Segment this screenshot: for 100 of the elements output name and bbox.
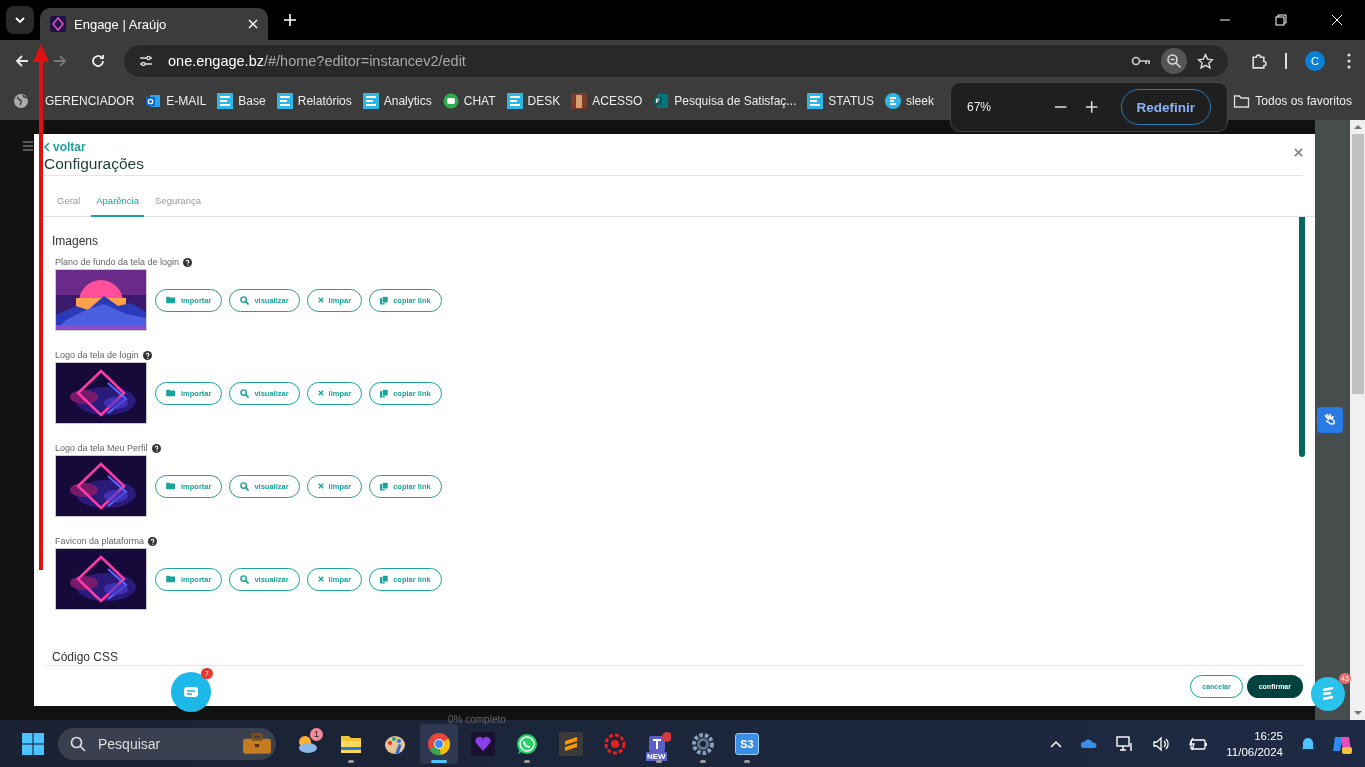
bookmark[interactable]: Base: [217, 93, 266, 109]
bookmark-label: Pesquisa de Satisfaç...: [674, 94, 797, 108]
bookmark[interactable]: Relatórios: [276, 93, 352, 109]
chevron-left-icon: [44, 142, 50, 152]
back-arrow-icon[interactable]: [14, 53, 30, 69]
extensions-icon[interactable]: [1250, 52, 1267, 70]
taskbar-app[interactable]: NEW: [646, 723, 672, 764]
phone-chat-icon: [515, 731, 539, 756]
taskbar-app[interactable]: [420, 723, 458, 764]
tab[interactable]: Geral: [52, 195, 86, 217]
bookmark[interactable]: ACESSO: [571, 93, 643, 109]
zoom-icon[interactable]: [1161, 48, 1187, 74]
taskbar-app[interactable]: S3: [734, 723, 760, 764]
field-label: Logo da tela de login: [55, 350, 139, 360]
bookmark-label: ACESSO: [592, 94, 643, 108]
stripes-logo-icon: [362, 93, 379, 109]
tab-title: Engage | Araújo: [74, 16, 168, 32]
globe-icon: [13, 93, 29, 109]
scroll-up-icon[interactable]: [1353, 124, 1362, 130]
folder-icon: [166, 389, 176, 397]
site-settings-icon[interactable]: [138, 53, 154, 69]
copy-icon: [380, 481, 389, 491]
progress-text: 0% completo: [448, 714, 506, 725]
clock-time[interactable]: 16:25: [1254, 727, 1283, 744]
new-badge: NEW: [646, 751, 667, 761]
bookmark-label: E-MAIL: [166, 94, 207, 108]
cog-icon: [603, 731, 627, 756]
back-link[interactable]: voltar: [44, 140, 1303, 154]
field-label: Favicon da plataforma: [55, 536, 145, 546]
section-heading: Código CSS: [52, 650, 120, 664]
bell-icon[interactable]: [1301, 735, 1315, 752]
help-icon[interactable]: [151, 443, 161, 453]
browser-tab[interactable]: Engage | Araújo: [40, 8, 268, 40]
reload-icon[interactable]: [90, 53, 106, 69]
bookmark[interactable]: CHAT: [442, 93, 496, 109]
more-menu-icon[interactable]: [1347, 53, 1351, 69]
all-bookmarks-folder[interactable]: Todos os favoritos: [1233, 94, 1352, 108]
tab[interactable]: Segurança: [150, 195, 206, 217]
bookmark-label: CHAT: [463, 94, 496, 108]
bookmark-label: Base: [238, 94, 266, 108]
bookmark[interactable]: Analytics: [362, 93, 432, 109]
folder-icon: [166, 296, 176, 304]
sign-language-icon[interactable]: [1317, 407, 1343, 433]
bookmark-label: Analytics: [383, 94, 432, 108]
cloud-icon[interactable]: [1080, 738, 1099, 749]
diamond-logo-icon: [50, 16, 66, 32]
stripes-logo-icon: [217, 93, 234, 109]
briefcase-icon: [242, 732, 272, 755]
star-icon[interactable]: [1197, 52, 1214, 70]
bookmark[interactable]: Pesquisa de Satisfaç...: [653, 93, 797, 109]
new-tab-icon[interactable]: [284, 14, 296, 26]
key-icon[interactable]: [1131, 55, 1151, 67]
network-icon[interactable]: [1116, 735, 1135, 752]
photo-thumbnail-icon: [571, 93, 588, 109]
tab-search-button[interactable]: [6, 6, 34, 34]
windows-start-icon[interactable]: [22, 732, 44, 755]
speaker-icon[interactable]: [1152, 735, 1171, 752]
scroll-down-icon[interactable]: [1353, 710, 1362, 716]
clock-date[interactable]: 11/06/2024: [1226, 743, 1283, 760]
bookmark[interactable]: GERENCIADOR: [13, 93, 135, 109]
menu-icon[interactable]: [22, 140, 34, 152]
search-icon: [240, 481, 250, 491]
editor-icon: [559, 731, 583, 756]
bookmark[interactable]: sleek: [884, 93, 934, 109]
bookmark[interactable]: STATUS: [807, 93, 874, 109]
bookmark-label: STATUS: [828, 94, 874, 108]
bookmark[interactable]: DESK: [506, 93, 561, 109]
chevron-up-icon[interactable]: [1050, 739, 1063, 748]
notification-badge: 1: [310, 727, 323, 741]
scrollbar-thumb[interactable]: [1299, 217, 1305, 457]
bookmark-label: DESK: [527, 94, 561, 108]
gear-icon: [691, 731, 715, 756]
search-field[interactable]: Pesquisar: [58, 727, 276, 760]
stripes-logo-icon: [276, 93, 293, 109]
forward-arrow-icon[interactable]: [52, 53, 68, 69]
tab[interactable]: Aparência: [91, 195, 144, 217]
folder-icon: [166, 575, 176, 583]
reset-button[interactable]: Redefinir: [1120, 89, 1211, 125]
zoom-in-icon[interactable]: [1085, 100, 1099, 114]
bookmark-label: Relatórios: [297, 94, 352, 108]
bookmark-label: sleek: [905, 94, 934, 108]
help-icon[interactable]: [142, 350, 152, 360]
folder-icon: [166, 482, 176, 490]
stripes-logo-icon: [506, 93, 523, 109]
chat-icon: [184, 687, 198, 697]
copy-icon: [380, 574, 389, 584]
chat-bubble-icon: [442, 93, 459, 109]
help-icon[interactable]: [183, 257, 193, 267]
restore-icon[interactable]: [1275, 14, 1287, 26]
scrollbar-thumb[interactable]: [1351, 134, 1364, 394]
address-bar[interactable]: one.engage.bz/#/home?editor=instancev2/edit: [124, 45, 1228, 77]
profile-avatar[interactable]: C: [1305, 51, 1325, 71]
bookmark[interactable]: E-MAIL: [145, 93, 207, 109]
search-icon: [240, 388, 250, 398]
url-text: one.engage.bz/#/home?editor=instancev2/edit: [168, 53, 466, 69]
help-icon[interactable]: [148, 536, 158, 546]
s3-app-icon: S3: [735, 732, 759, 755]
battery-charging-icon[interactable]: [1188, 736, 1209, 751]
zoom-level: 67%: [967, 100, 993, 114]
page-scrollbar[interactable]: [1350, 120, 1365, 720]
